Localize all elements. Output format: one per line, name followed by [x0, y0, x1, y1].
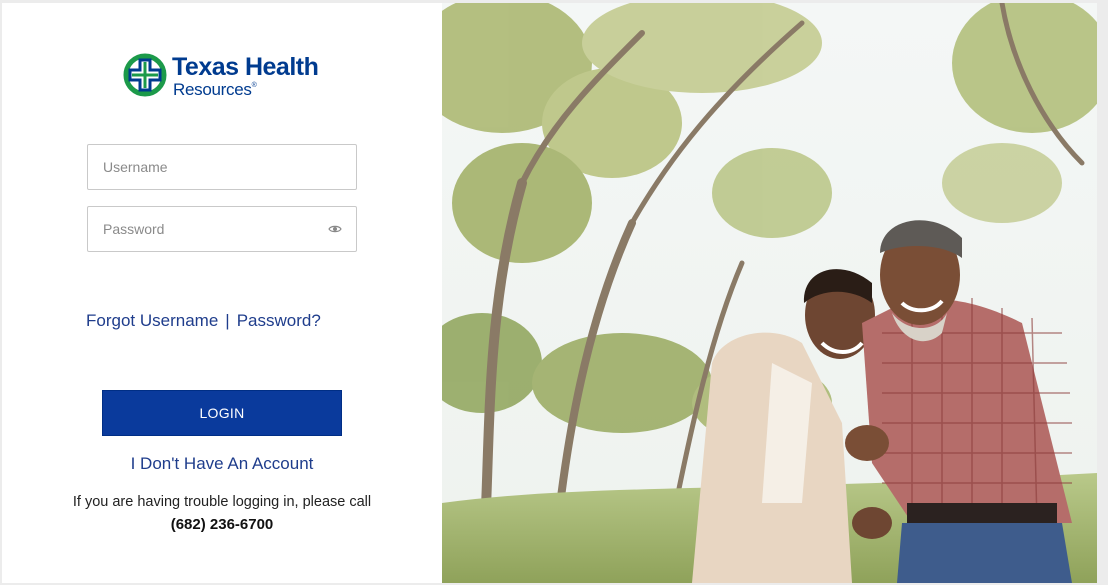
password-input[interactable]: [88, 207, 356, 251]
username-field[interactable]: [87, 144, 357, 190]
registered-mark: ®: [251, 82, 257, 89]
password-field[interactable]: [87, 206, 357, 252]
forgot-password-link[interactable]: Password?: [237, 311, 321, 330]
hero-photo: [442, 3, 1097, 583]
login-button[interactable]: LOGIN: [102, 390, 342, 436]
support-phone: (682) 236-6700: [170, 516, 274, 533]
trouble-text: If you are having trouble logging in, pl…: [72, 494, 372, 510]
username-input[interactable]: [88, 145, 356, 189]
brand-name-line2-text: Resources: [173, 80, 252, 99]
login-panel: Texas Health Resources® Forgot Username |…: [2, 3, 442, 583]
brand-logo: Texas Health Resources®: [123, 52, 343, 100]
forgot-links: Forgot Username | Password?: [86, 311, 321, 331]
forgot-username-link[interactable]: Forgot Username: [86, 311, 218, 330]
no-account-link[interactable]: I Don't Have An Account: [2, 454, 442, 474]
login-page: Texas Health Resources® Forgot Username |…: [0, 0, 1108, 585]
show-password-eye-icon[interactable]: [328, 224, 342, 234]
photo-couple-outdoors-icon: [442, 3, 1097, 583]
texas-health-cross-icon: [123, 53, 167, 97]
link-separator: |: [225, 311, 230, 330]
brand-name-line2: Resources®: [173, 80, 257, 100]
brand-name-line1: Texas Health: [172, 53, 319, 81]
